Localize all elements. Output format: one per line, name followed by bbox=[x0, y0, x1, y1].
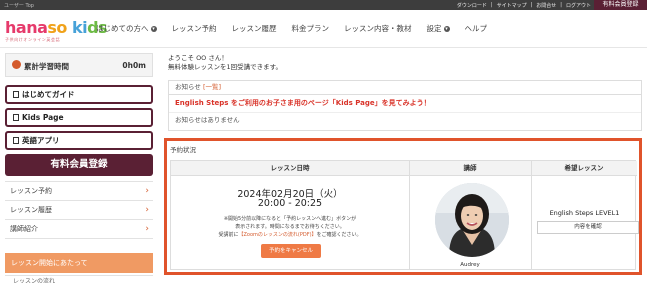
nav-label: レッスン履歴 bbox=[231, 24, 277, 33]
sidebar-item-label: レッスン履歴 bbox=[10, 206, 52, 214]
nav-lesson-content[interactable]: レッスン内容・教材 bbox=[344, 23, 412, 34]
header-desired-lesson: 希望レッスン bbox=[531, 161, 637, 176]
utility-links: ダウンロード | サイトマップ | お問合せ | ログアウト bbox=[457, 2, 591, 9]
news-empty-message: お知らせはありません bbox=[175, 116, 240, 124]
nav-label: 設定 bbox=[426, 24, 442, 33]
confirm-content-button[interactable]: 内容を確認 bbox=[537, 221, 639, 234]
nav-beginners[interactable]: はじめての方へ ▾ bbox=[96, 23, 157, 34]
nav-lesson-history[interactable]: レッスン履歴 bbox=[232, 23, 277, 34]
english-app-button[interactable]: 英語アプリ bbox=[5, 131, 153, 150]
logo-part: ki bbox=[71, 18, 88, 37]
sidebar-item-lesson-booking[interactable]: レッスン予約 › bbox=[5, 182, 153, 201]
note-text: 受講前に bbox=[218, 232, 239, 238]
nav-label: レッスン予約 bbox=[171, 24, 217, 33]
note-line: 受講前に【Zoomのレッスンの流れ(PDF)】をご確認ください。 bbox=[179, 231, 401, 239]
download-link[interactable]: ダウンロード bbox=[457, 2, 487, 9]
header-teacher: 講師 bbox=[409, 161, 531, 176]
zoom-flow-pdf-link[interactable]: 【Zoomのレッスンの流れ(PDF)】 bbox=[238, 232, 316, 238]
logout-link[interactable]: ログアウト bbox=[566, 2, 591, 9]
chevron-right-icon: › bbox=[145, 224, 149, 234]
nav-label: レッスン内容・教材 bbox=[344, 24, 412, 33]
chevron-right-icon: › bbox=[145, 186, 149, 196]
news-title: お知らせ bbox=[175, 83, 201, 91]
news-panel: お知らせ [一覧] English Steps をご利用のお子さま用のページ「K… bbox=[168, 80, 642, 131]
greeting-title: ようこそ OO さん！ bbox=[168, 54, 228, 62]
top-register-button[interactable]: 有料会員登録 bbox=[594, 0, 647, 10]
cancel-booking-button[interactable]: 予約をキャンセル bbox=[261, 244, 321, 258]
header-lesson-datetime: レッスン日時 bbox=[171, 161, 409, 176]
news-header: お知らせ [一覧] bbox=[169, 81, 641, 95]
nav-help[interactable]: ヘルプ bbox=[465, 23, 488, 34]
site-header: hanaso kids 子供向けオンライン英会話 はじめての方へ ▾ レッスン予約… bbox=[0, 10, 647, 48]
lesson-note: ※開始5分前以降になると「予約レッスンへ進む」ボタンが 表示されます。時間になる… bbox=[179, 215, 401, 239]
note-text: をご確認ください。 bbox=[316, 232, 362, 238]
study-time-label: 累計学習時間 bbox=[24, 62, 69, 71]
teacher-name: Audrey bbox=[460, 262, 480, 268]
sitemap-link[interactable]: サイトマップ bbox=[497, 2, 527, 9]
sidebar-item-label: 講師紹介 bbox=[10, 225, 38, 233]
teacher-photo bbox=[435, 183, 509, 257]
separator: | bbox=[530, 2, 533, 8]
document-icon bbox=[13, 114, 19, 121]
nav-label: はじめての方へ bbox=[96, 24, 149, 33]
kids-page-button[interactable]: Kids Page bbox=[5, 108, 153, 127]
lesson-time: 20:00 - 20:25 bbox=[257, 198, 323, 209]
button-label: Kids Page bbox=[22, 113, 64, 122]
greeting-subtitle: 無料体験レッスンを1回受講できます。 bbox=[168, 63, 282, 71]
sidebar-item-label: レッスン予約 bbox=[10, 187, 52, 195]
sidebar-section-header: レッスン開始にあたって bbox=[5, 253, 153, 273]
logo-part: so bbox=[47, 18, 72, 37]
sidebar-menu: レッスン予約 › レッスン履歴 › 講師紹介 › bbox=[5, 181, 153, 239]
chevron-down-icon: ▾ bbox=[150, 25, 157, 32]
desired-lesson-name: English Steps LEVEL1 bbox=[549, 209, 620, 217]
contact-link[interactable]: お問合せ bbox=[536, 2, 556, 9]
sidebar-item-lesson-flow[interactable]: レッスンの流れ bbox=[5, 275, 153, 283]
top-bar-tag: ユーザー Top bbox=[4, 3, 34, 9]
booking-status-panel: 予約状況 レッスン日時 講師 希望レッスン 2024年02月20日（火） 20:… bbox=[164, 138, 642, 275]
nav-label: ヘルプ bbox=[464, 24, 488, 33]
chevron-down-icon: ▾ bbox=[443, 25, 450, 32]
nav-lesson-booking[interactable]: レッスン予約 bbox=[172, 23, 217, 34]
logo-subtitle: 子供向けオンライン英会話 bbox=[5, 37, 61, 42]
hanaso-kids-logo[interactable]: hanaso kids bbox=[5, 18, 108, 37]
greeting: ようこそ OO さん！ 無料体験レッスンを1回受講できます。 bbox=[168, 54, 282, 72]
teacher-portrait bbox=[435, 183, 509, 257]
nav-settings[interactable]: 設定 ▾ bbox=[427, 23, 450, 34]
nav-pricing[interactable]: 料金プラン bbox=[292, 23, 330, 34]
news-alert[interactable]: English Steps をご利用のお子さま用のページ「Kids Page」を… bbox=[169, 95, 641, 113]
separator: | bbox=[490, 2, 493, 8]
document-icon bbox=[13, 137, 19, 144]
logo-part: hana bbox=[5, 18, 48, 37]
document-icon bbox=[13, 91, 19, 98]
note-line: 表示されます。時間になるまでお待ちください。 bbox=[235, 224, 345, 230]
beginner-guide-button[interactable]: はじめてガイド bbox=[5, 85, 153, 104]
news-list-link[interactable]: [一覧] bbox=[203, 83, 221, 91]
booking-title: 予約状況 bbox=[170, 146, 196, 154]
top-utility-bar: ユーザー Top ダウンロード | サイトマップ | お問合せ | ログアウト 有料会… bbox=[0, 0, 647, 10]
chevron-right-icon: › bbox=[145, 205, 149, 215]
separator: | bbox=[560, 2, 562, 8]
booking-table: レッスン日時 講師 希望レッスン 2024年02月20日（火） 20:00 - … bbox=[170, 160, 639, 270]
study-time-value: 0h0m bbox=[122, 61, 146, 70]
nav-label: 料金プラン bbox=[291, 24, 330, 33]
button-label: はじめてガイド bbox=[22, 90, 75, 99]
column-divider bbox=[409, 161, 410, 270]
sidebar: 累計学習時間 0h0m はじめてガイド Kids Page 英語アプリ 有料会員… bbox=[5, 53, 153, 283]
main-nav: はじめての方へ ▾ レッスン予約 レッスン履歴 料金プラン レッスン内容・教材 設… bbox=[96, 23, 502, 34]
clock-icon bbox=[12, 60, 21, 69]
paid-register-button[interactable]: 有料会員登録 bbox=[5, 154, 153, 176]
button-label: 英語アプリ bbox=[22, 136, 60, 145]
note-line: ※開始5分前以降になると「予約レッスンへ進む」ボタンが bbox=[223, 216, 357, 222]
sidebar-item-teachers[interactable]: 講師紹介 › bbox=[5, 220, 153, 239]
sidebar-item-lesson-history[interactable]: レッスン履歴 › bbox=[5, 201, 153, 220]
study-time-box: 累計学習時間 0h0m bbox=[5, 53, 153, 77]
